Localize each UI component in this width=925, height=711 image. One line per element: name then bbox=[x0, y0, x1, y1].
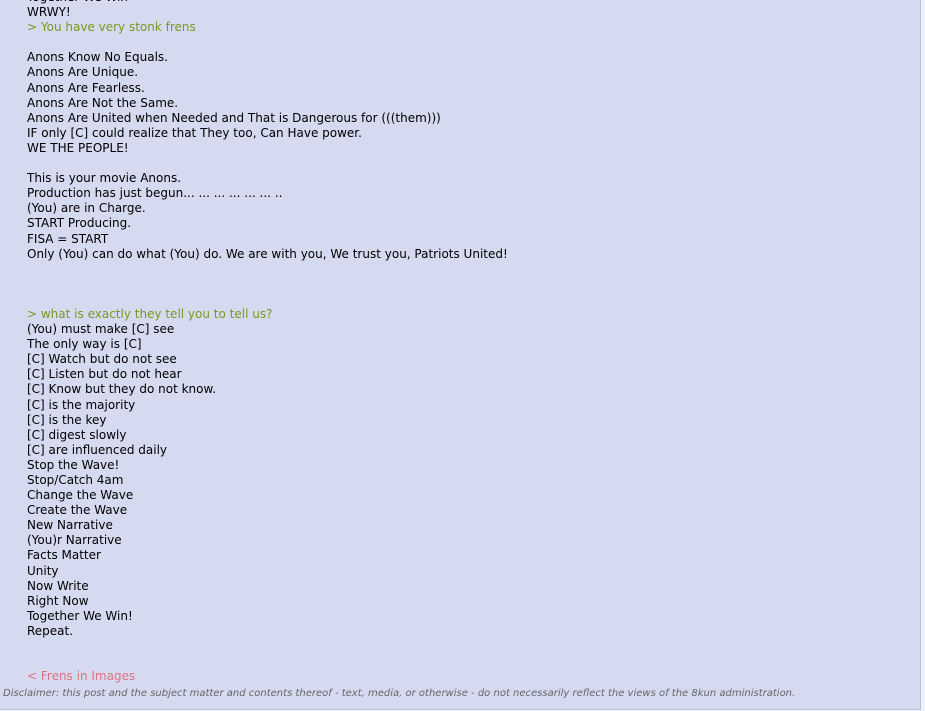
disclaimer-text: Disclaimer: this post and the subject ma… bbox=[3, 688, 796, 699]
post-text-line: Now Write bbox=[27, 578, 89, 593]
post-text-line: Create the Wave bbox=[27, 503, 128, 518]
post-text-line: [C] digest slowly bbox=[27, 427, 127, 442]
post-text-line: New Narrative bbox=[27, 518, 113, 533]
post-text-line: Change the Wave bbox=[27, 488, 134, 503]
post-text-line: Repeat. bbox=[27, 623, 74, 638]
post-body: Together We WinWRWY!> You have very ston… bbox=[27, 0, 907, 684]
post-text-line: (You) must make [C] see bbox=[27, 322, 175, 337]
post-text-line: Anons Are Unique. bbox=[27, 65, 139, 80]
post-text-line: [C] is the majority bbox=[27, 397, 136, 412]
post-text-line: Anons Know No Equals. bbox=[27, 50, 168, 65]
post-text-line: START Producing. bbox=[27, 216, 132, 231]
post-text-line: [C] Watch but do not see bbox=[27, 352, 177, 367]
post-text-line: WRWY! bbox=[27, 5, 71, 20]
greentext-quote-line: > You have very stonk frens bbox=[27, 20, 196, 35]
post-text-line: WE THE PEOPLE! bbox=[27, 140, 129, 155]
post-text-line: IF only [C] could realize that They too,… bbox=[27, 125, 362, 140]
post-text-line: Facts Matter bbox=[27, 548, 101, 563]
post-text-line: Production has just begun... ... ... ...… bbox=[27, 186, 283, 201]
post-text-line: The only way is [C] bbox=[27, 337, 142, 352]
post-text-line: [C] Listen but do not hear bbox=[27, 367, 182, 382]
post-text-line: (You) are in Charge. bbox=[27, 201, 146, 216]
post-text-line: FISA = START bbox=[27, 231, 109, 246]
post-container: Together We WinWRWY!> You have very ston… bbox=[0, 0, 921, 710]
post-text-line: Anons Are United when Needed and That is… bbox=[27, 110, 441, 125]
post-text-line: [C] Know but they do not know. bbox=[27, 382, 217, 397]
greentext-quote-line: > what is exactly they tell you to tell … bbox=[27, 306, 273, 321]
post-text-line: Together We Win! bbox=[27, 608, 133, 623]
post-text-line: Stop the Wave! bbox=[27, 457, 120, 472]
post-text-line: Only (You) can do what (You) do. We are … bbox=[27, 246, 508, 261]
post-text-line: [C] are influenced daily bbox=[27, 442, 168, 457]
post-text-line: Stop/Catch 4am bbox=[27, 473, 124, 487]
post-text-line: [C] is the key bbox=[27, 412, 107, 427]
post-text-line: This is your movie Anons. bbox=[27, 171, 182, 186]
post-text-line: Anons Are Fearless. bbox=[27, 80, 145, 95]
post-text-line: (You)r Narrative bbox=[27, 533, 122, 548]
post-text-line: Anons Are Not the Same. bbox=[27, 95, 179, 110]
post-text-line: Unity bbox=[27, 563, 59, 578]
post-text-line: Right Now bbox=[27, 593, 89, 608]
pinktext-quote-line: < Frens in Images bbox=[27, 669, 136, 684]
